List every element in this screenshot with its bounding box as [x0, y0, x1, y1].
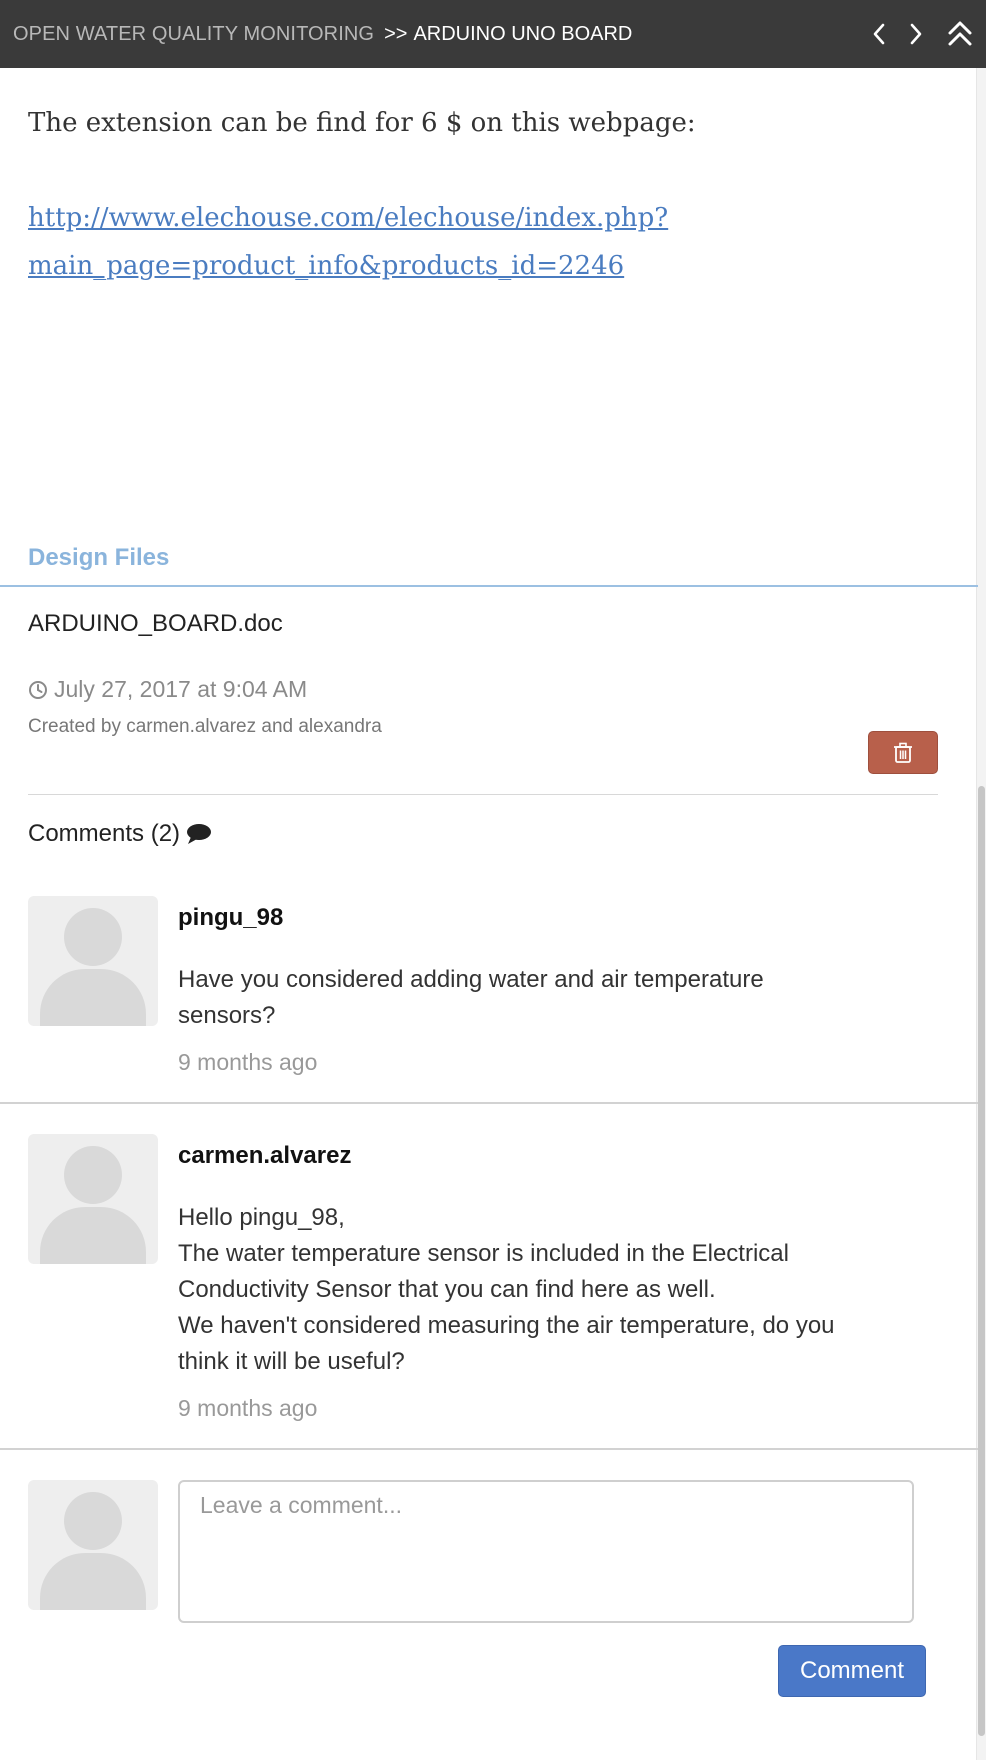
avatar-body — [40, 969, 146, 1026]
avatar — [28, 1134, 158, 1264]
intro-text: The extension can be find for 6 $ on thi… — [28, 108, 696, 138]
speech-bubble-icon — [187, 824, 212, 844]
chevron-right-icon — [910, 23, 922, 45]
divider — [28, 794, 938, 795]
chevron-left-icon — [873, 23, 885, 45]
previous-button[interactable] — [862, 16, 896, 52]
avatar-body — [40, 1553, 146, 1610]
design-files-divider — [0, 585, 978, 587]
comment-author[interactable]: carmen.alvarez — [178, 1142, 351, 1170]
avatar-head — [64, 1146, 122, 1204]
next-button[interactable] — [899, 16, 933, 52]
avatar — [28, 896, 158, 1026]
current-user-avatar — [28, 1480, 158, 1610]
comment-text: Have you considered adding water and air… — [178, 962, 918, 1034]
comment-line: The water temperature sensor is included… — [178, 1240, 789, 1267]
breadcrumb-separator: >> — [384, 22, 408, 45]
comment-divider — [0, 1102, 978, 1104]
design-files-title: Design Files — [28, 544, 170, 571]
comment-line: Have you considered adding water and air… — [178, 966, 764, 993]
trash-icon — [894, 742, 912, 763]
file-date-text: July 27, 2017 at 9:04 AM — [54, 676, 308, 702]
delete-file-button[interactable] — [868, 731, 938, 774]
product-link-line-2[interactable]: main_page=product_info&products_id=2246 — [28, 242, 728, 290]
avatar-head — [64, 908, 122, 966]
breadcrumb-project[interactable]: OPEN WATER QUALITY MONITORING — [13, 23, 374, 46]
top-bar: OPEN WATER QUALITY MONITORING >> ARDUINO… — [0, 0, 986, 68]
comment-time: 9 months ago — [178, 1049, 318, 1075]
product-link-line-1[interactable]: http://www.elechouse.com/elechouse/index… — [28, 194, 728, 242]
scrollbar-thumb[interactable] — [978, 786, 985, 1736]
file-name[interactable]: ARDUINO_BOARD.doc — [28, 610, 283, 638]
file-date: July 27, 2017 at 9:04 AM — [28, 676, 307, 703]
product-link[interactable]: http://www.elechouse.com/elechouse/index… — [28, 194, 728, 290]
submit-comment-button[interactable]: Comment — [778, 1645, 926, 1697]
comment-divider — [0, 1448, 978, 1450]
avatar-body — [40, 1207, 146, 1264]
breadcrumb-current: ARDUINO UNO BOARD — [413, 22, 633, 45]
comment-line: sensors? — [178, 1002, 276, 1029]
avatar-head — [64, 1492, 122, 1550]
comment-time: 9 months ago — [178, 1395, 318, 1421]
comment-input[interactable] — [178, 1480, 914, 1623]
scroll-to-top-button[interactable] — [943, 16, 977, 52]
comments-heading: Comments (2) — [28, 820, 212, 848]
comment-line: Conductivity Sensor that you can find he… — [178, 1276, 716, 1303]
comment-line: Hello pingu_98, — [178, 1204, 345, 1231]
clock-icon — [29, 680, 47, 699]
double-chevron-up-icon — [948, 21, 972, 46]
comments-count-label: Comments (2) — [28, 820, 181, 847]
comment-text: Hello pingu_98, The water temperature se… — [178, 1200, 918, 1380]
file-creators: Created by carmen.alvarez and alexandra — [28, 716, 382, 737]
comment-line: We haven't considered measuring the air … — [178, 1312, 835, 1339]
comment-author[interactable]: pingu_98 — [178, 904, 283, 932]
comment-line: think it will be useful? — [178, 1348, 405, 1375]
